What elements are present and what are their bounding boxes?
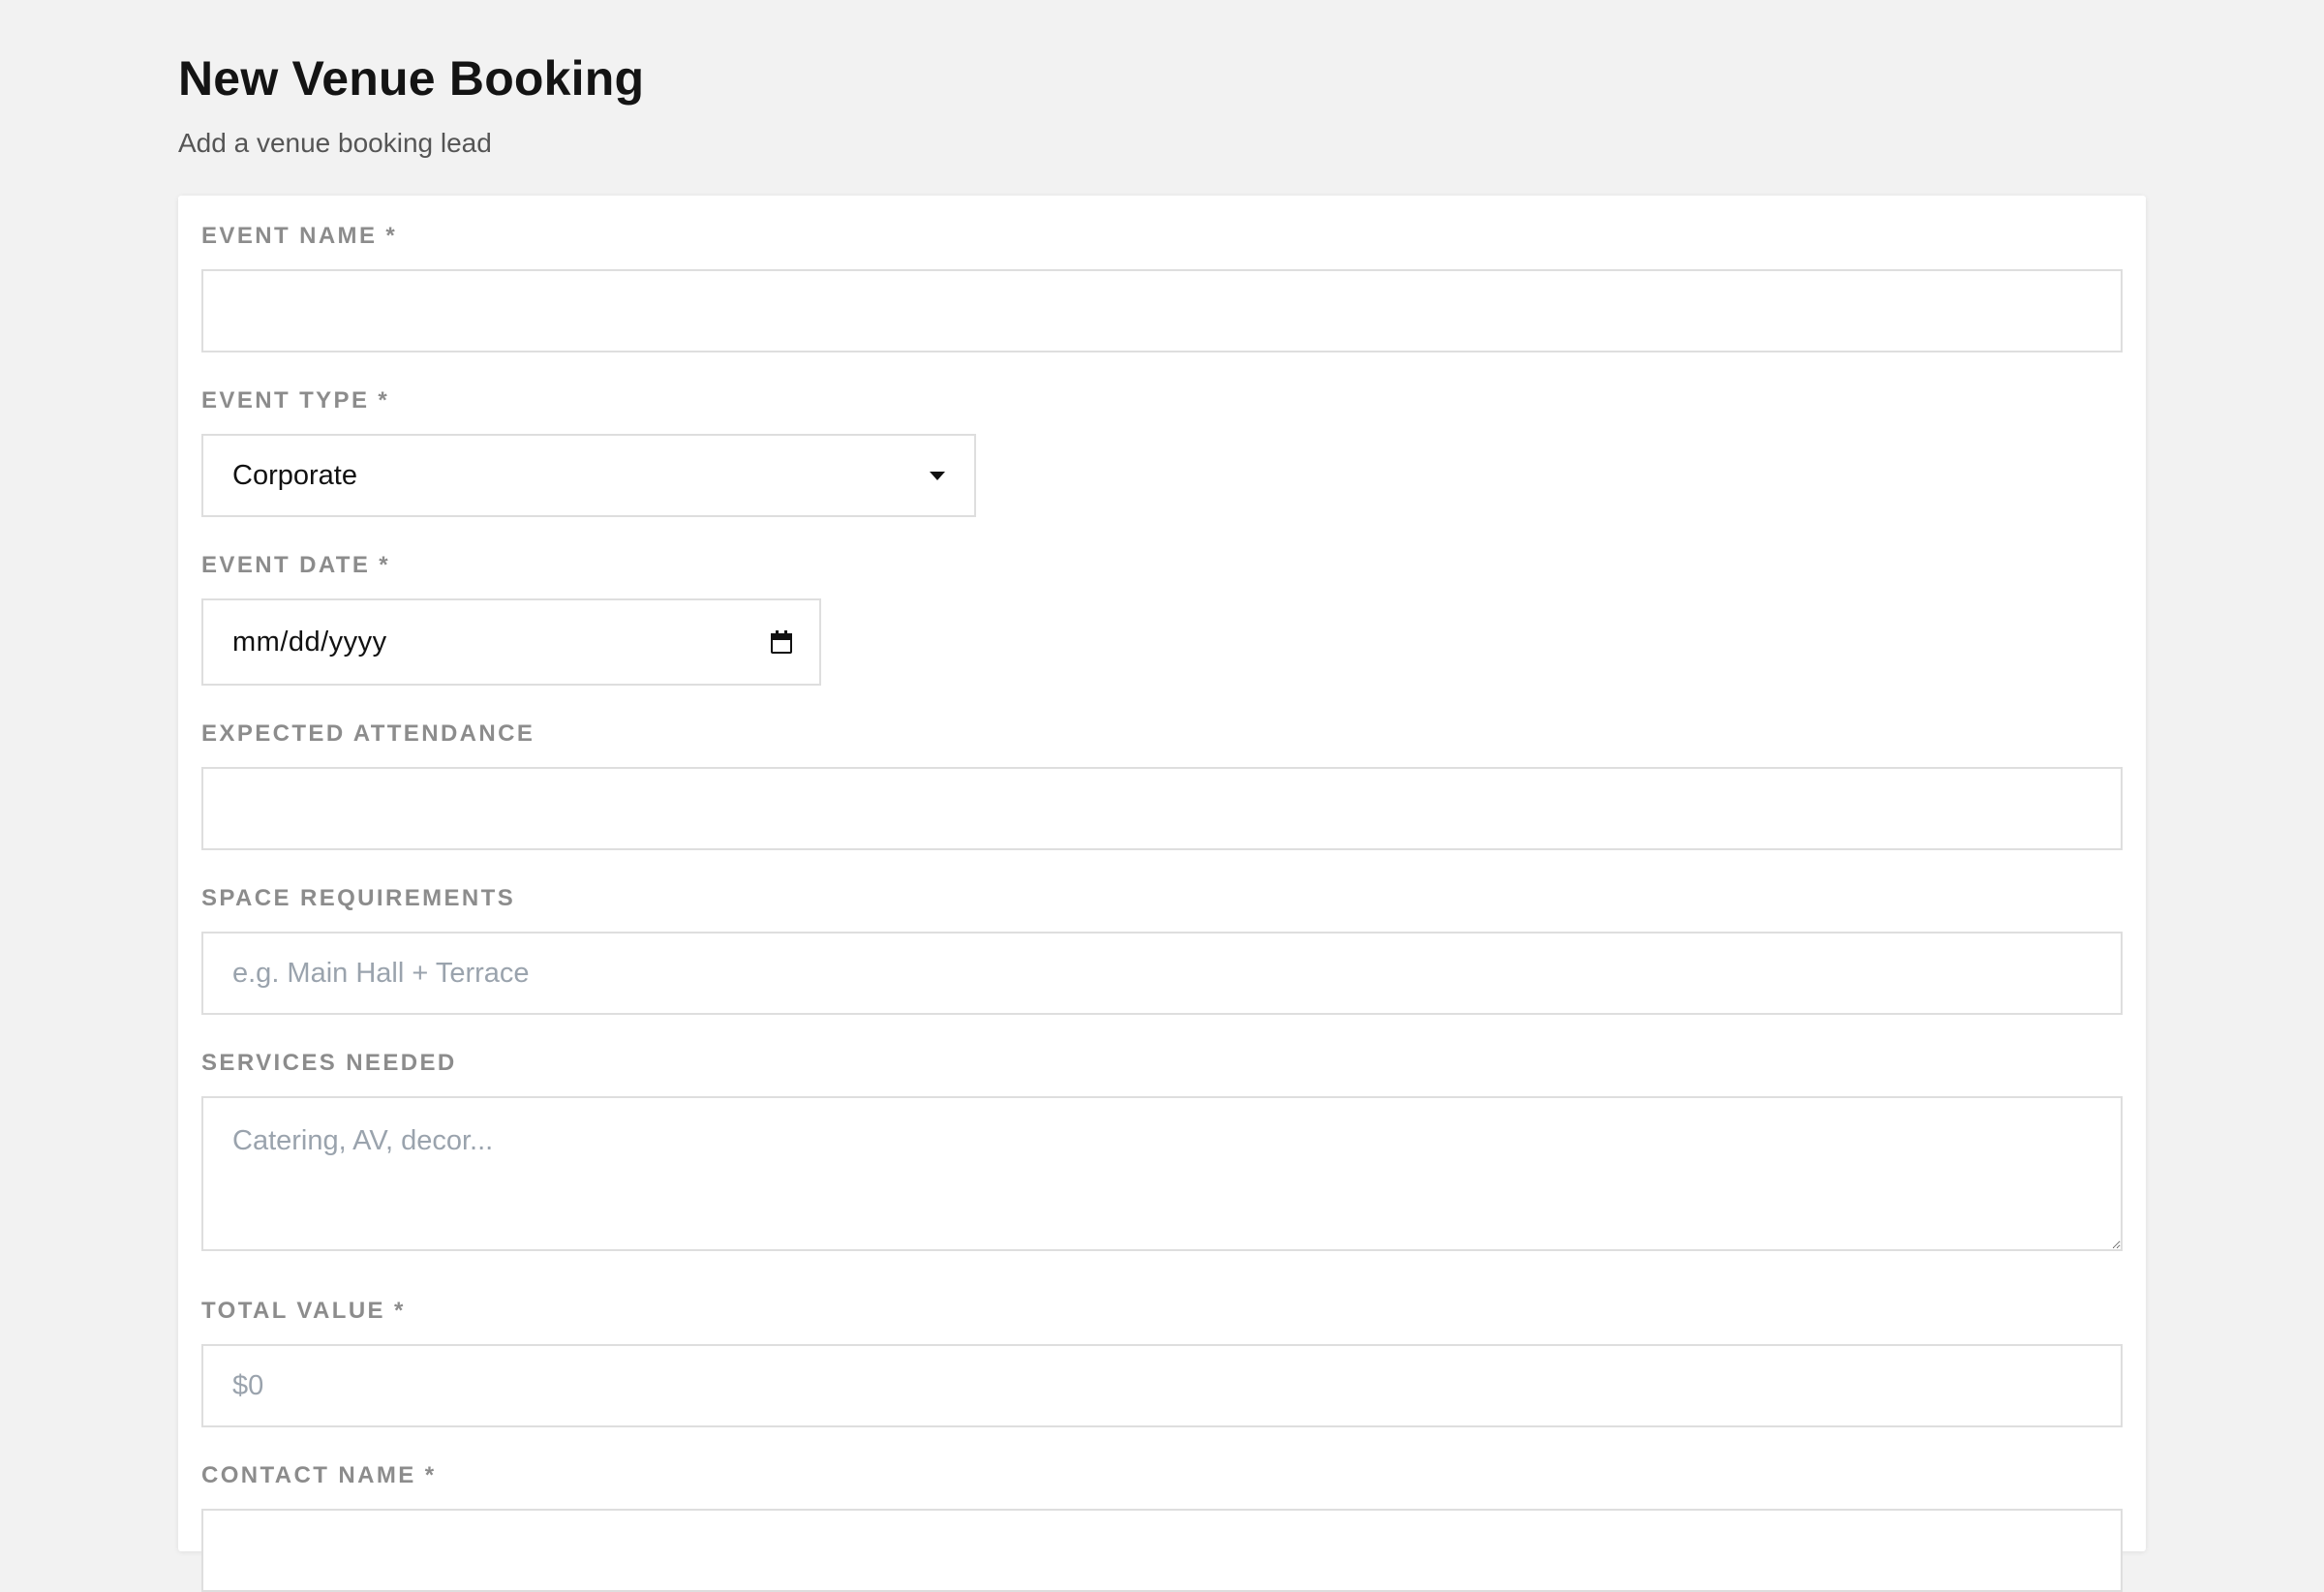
chevron-down-icon — [930, 471, 945, 480]
page-subtitle: Add a venue booking lead — [178, 128, 492, 158]
event-type-label: EVENT TYPE * — [201, 387, 390, 413]
event-date-label: EVENT DATE * — [201, 552, 391, 578]
services-needed-label: SERVICES NEEDED — [201, 1050, 457, 1076]
services-needed-textarea[interactable] — [201, 1096, 2123, 1251]
total-value-label: TOTAL VALUE * — [201, 1298, 406, 1324]
calendar-icon[interactable] — [771, 630, 792, 654]
total-value-input[interactable] — [201, 1344, 2123, 1427]
event-type-select[interactable]: Corporate — [201, 434, 976, 517]
booking-form-card: EVENT NAME * EVENT TYPE * Corporate EVEN… — [178, 196, 2146, 1592]
event-date-input[interactable]: mm/dd/yyyy — [201, 598, 821, 686]
contact-name-label: CONTACT NAME * — [201, 1462, 437, 1488]
event-date-value: mm/dd/yyyy — [232, 626, 387, 658]
event-type-selected-value: Corporate — [232, 459, 357, 491]
page-title: New Venue Booking — [178, 51, 645, 106]
expected-attendance-label: EXPECTED ATTENDANCE — [201, 720, 535, 747]
expected-attendance-input[interactable] — [201, 767, 2123, 850]
space-requirements-label: SPACE REQUIREMENTS — [201, 885, 516, 911]
contact-name-input[interactable] — [201, 1509, 2123, 1592]
space-requirements-input[interactable] — [201, 932, 2123, 1015]
event-name-input[interactable] — [201, 269, 2123, 352]
event-name-label: EVENT NAME * — [201, 223, 398, 249]
